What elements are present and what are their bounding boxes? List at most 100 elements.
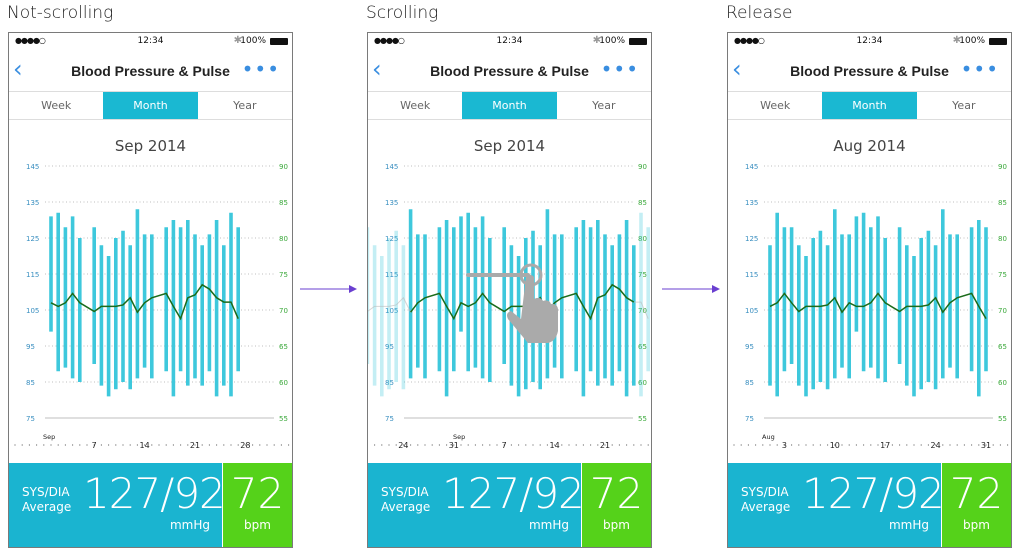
sys-dia-label: SYS/DIA — [381, 485, 429, 499]
x-axis-tick: 14 — [550, 441, 560, 450]
x-axis-dot — [999, 444, 1001, 446]
left-axis-tick: 95 — [745, 343, 754, 351]
bp-unit: mmHg — [169, 518, 210, 532]
more-dots-icon[interactable]: ••• — [601, 57, 639, 81]
status-bar: ●●●●○ 12:34 ✱ 100% — [368, 33, 651, 51]
left-axis-tick: 135 — [745, 199, 758, 207]
right-axis-tick: 80 — [998, 235, 1007, 243]
period-tabs: Week Month Year — [728, 91, 1011, 120]
pulse-unit: bpm — [963, 518, 990, 532]
summary-footer: SYS/DIA Average 127/92 mmHg 72 bpm — [9, 463, 292, 547]
more-dots-icon[interactable]: ••• — [961, 57, 999, 81]
x-axis-dot — [467, 444, 469, 446]
more-dots-icon[interactable]: ••• — [242, 57, 280, 81]
summary-footer: SYS/DIA Average 127/92 mmHg 72 bpm — [368, 463, 651, 547]
battery-icon — [270, 38, 288, 45]
x-axis-dot — [971, 444, 973, 446]
average-label: Average — [22, 500, 72, 514]
left-axis-tick: 105 — [26, 307, 39, 315]
x-axis-dot — [546, 444, 548, 446]
right-axis-tick: 65 — [279, 343, 288, 351]
x-axis-tick: 14 — [140, 441, 150, 450]
x-axis-dot — [431, 444, 433, 446]
nav-bar: ‹ Blood Pressure & Pulse ••• — [9, 51, 292, 91]
right-axis-tick: 60 — [998, 379, 1007, 387]
x-axis-dot — [180, 444, 182, 446]
x-axis-dot — [647, 444, 649, 446]
bp-pulse-chart[interactable]: 145 90 135 85 125 80 115 75 105 70 95 65 85 60 75 55 7 14… — [9, 119, 292, 463]
tab-week[interactable]: Week — [368, 92, 462, 119]
tab-year[interactable]: Year — [557, 92, 651, 119]
x-axis-tick: 17 — [880, 441, 890, 450]
tab-year[interactable]: Year — [917, 92, 1011, 119]
bp-average-value: 127/92 — [442, 469, 585, 518]
pulse-average-panel: 72 bpm — [942, 463, 1011, 547]
period-tabs: Week Month Year — [368, 91, 651, 120]
x-axis-dot — [14, 444, 16, 446]
right-axis-tick: 70 — [279, 307, 288, 315]
tab-month[interactable]: Month — [462, 92, 557, 119]
panel-caption: Scrolling — [366, 3, 439, 23]
x-axis-dot — [72, 444, 74, 446]
pulse-unit: bpm — [603, 518, 630, 532]
x-axis-tick: 24 — [398, 441, 408, 450]
x-axis-dot — [863, 444, 865, 446]
bp-average-panel: SYS/DIA Average 127/92 mmHg — [9, 463, 226, 547]
nav-bar: ‹ Blood Pressure & Pulse ••• — [368, 51, 651, 91]
x-axis-dot — [446, 444, 448, 446]
right-axis-tick: 85 — [638, 199, 647, 207]
right-axis-tick: 75 — [279, 271, 288, 279]
phone-screen: ●●●●○ 12:34 ✱ 100% ‹ Blood Pressure & Pu… — [727, 32, 1012, 548]
x-axis-dot — [568, 444, 570, 446]
x-axis-dot — [626, 444, 628, 446]
x-axis-dot — [963, 444, 965, 446]
x-axis-dot — [805, 444, 807, 446]
x-axis-dot — [611, 444, 613, 446]
x-axis-dot — [776, 444, 778, 446]
x-axis-dot — [57, 444, 59, 446]
right-axis-tick: 90 — [998, 163, 1007, 171]
right-axis-tick: 90 — [638, 163, 647, 171]
x-axis-dot — [733, 444, 735, 446]
left-axis-tick: 75 — [745, 415, 754, 423]
x-axis-dot — [381, 444, 383, 446]
tab-month[interactable]: Month — [822, 92, 917, 119]
x-axis-dot — [187, 444, 189, 446]
x-axis-dot — [474, 444, 476, 446]
bp-pulse-chart[interactable]: 145 90 135 85 125 80 115 75 105 70 95 65 85 60 75 55 3 10… — [728, 119, 1011, 463]
x-axis-dot — [151, 444, 153, 446]
right-axis-tick: 85 — [279, 199, 288, 207]
tab-week[interactable]: Week — [728, 92, 822, 119]
right-axis-tick: 75 — [998, 271, 1007, 279]
x-axis-tick: 10 — [830, 441, 840, 450]
x-axis-dot — [848, 444, 850, 446]
x-axis-dot — [812, 444, 814, 446]
x-axis-dot — [36, 444, 38, 446]
x-axis-dot — [762, 444, 764, 446]
left-axis-tick: 125 — [26, 235, 39, 243]
x-axis-dot — [747, 444, 749, 446]
x-axis-month: Sep — [453, 433, 465, 441]
right-axis-tick: 55 — [638, 415, 647, 423]
bp-average-panel: SYS/DIA Average 127/92 mmHg — [728, 463, 945, 547]
x-axis-dot — [798, 444, 800, 446]
right-axis-tick: 55 — [279, 415, 288, 423]
tab-month[interactable]: Month — [103, 92, 198, 119]
x-axis-dot — [122, 444, 124, 446]
tab-week[interactable]: Week — [9, 92, 103, 119]
pulse-average-value: 72 — [230, 469, 285, 518]
x-axis-dot — [899, 444, 901, 446]
pulse-average-value: 72 — [949, 469, 1004, 518]
tab-year[interactable]: Year — [198, 92, 292, 119]
x-axis-tick: 21 — [190, 441, 200, 450]
x-axis-dot — [518, 444, 520, 446]
x-axis-dot — [172, 444, 174, 446]
x-axis-dot — [791, 444, 793, 446]
x-axis-dot — [223, 444, 225, 446]
right-axis-tick: 65 — [998, 343, 1007, 351]
x-axis-dot — [108, 444, 110, 446]
x-axis-tick: 7 — [502, 441, 507, 450]
bp-pulse-chart[interactable]: 145 90135 85125 80115 75105 7095 6585 6075 5524 3… — [368, 119, 651, 463]
x-axis-dot — [288, 444, 290, 446]
x-axis-dot — [949, 444, 951, 446]
